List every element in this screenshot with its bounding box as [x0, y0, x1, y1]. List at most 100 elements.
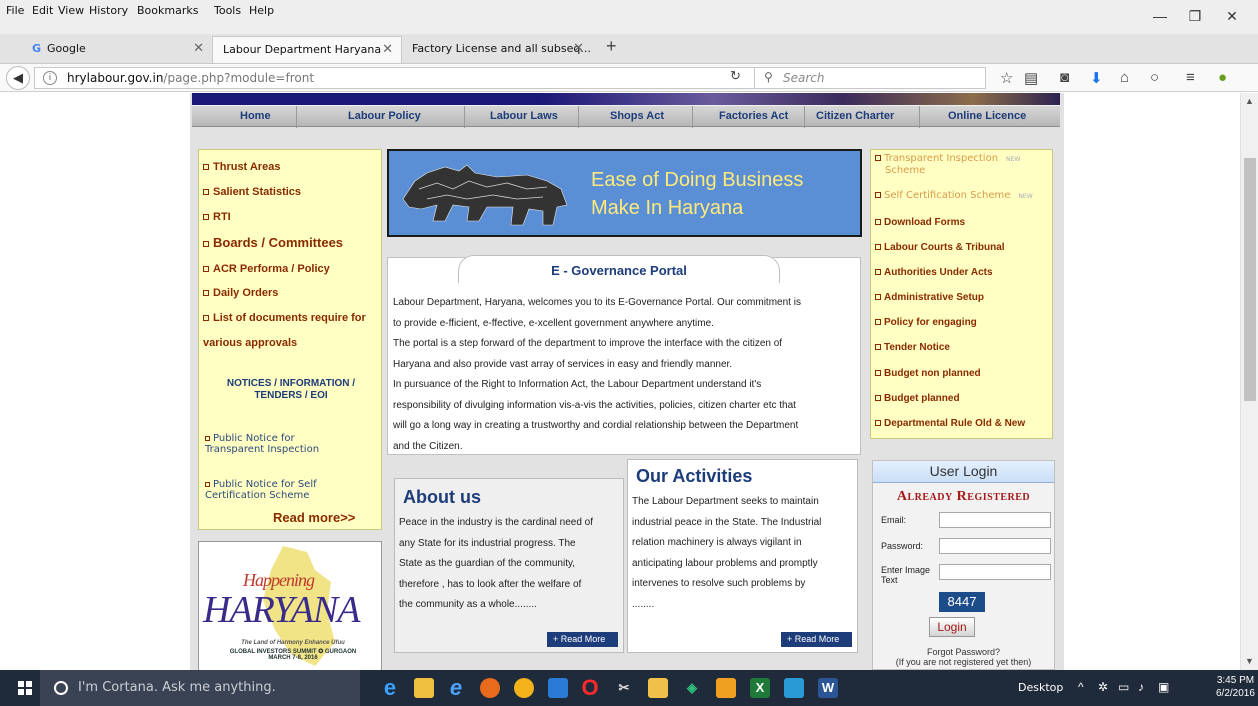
snipping-tool-icon[interactable]: ✂ [614, 678, 634, 698]
menu-history[interactable]: History [89, 4, 128, 17]
link-self-certification-scheme[interactable]: Self Certification Scheme NEW [875, 190, 1033, 201]
menu-tools[interactable]: Tools [214, 4, 241, 17]
nav-shops-act[interactable]: Shops Act [610, 110, 664, 122]
edge-icon[interactable]: e [380, 677, 400, 699]
vpn-app-icon[interactable]: ◈ [682, 678, 702, 698]
internet-explorer-icon[interactable]: e [446, 677, 466, 699]
folder-app-icon[interactable] [648, 678, 668, 698]
activities-read-more-button[interactable]: + Read More [781, 632, 852, 647]
desktop-toolbar-label[interactable]: Desktop [1018, 681, 1063, 694]
link-departmental-rule[interactable]: Departmental Rule Old & New [875, 418, 1025, 429]
link-acr-performa[interactable]: ACR Performa / Policy [203, 263, 330, 275]
page-scrollbar[interactable]: ▲ ▼ [1240, 93, 1258, 670]
close-tab-icon[interactable]: ✕ [193, 41, 204, 56]
new-tab-icon[interactable]: + [606, 36, 617, 57]
nav-home[interactable]: Home [240, 110, 271, 122]
show-hidden-icons-icon[interactable]: ^ [1078, 680, 1084, 694]
nav-factories-act[interactable]: Factories Act [719, 110, 788, 122]
file-explorer-icon[interactable] [414, 678, 434, 698]
link-policy-for-engaging[interactable]: Policy for engaging [875, 317, 977, 328]
display-icon[interactable]: ▭ [1118, 680, 1129, 694]
nav-online-licence[interactable]: Online Licence [948, 110, 1026, 122]
link-rti[interactable]: RTI [203, 211, 231, 223]
password-field[interactable] [939, 538, 1051, 554]
link-labour-courts[interactable]: Labour Courts & Tribunal [875, 242, 1005, 253]
menu-help[interactable]: Help [249, 4, 274, 17]
about-read-more-button[interactable]: + Read More [547, 632, 618, 647]
tab-labour-department[interactable]: Labour Department Haryana ✕ [212, 36, 402, 63]
home-icon[interactable]: ⌂ [1120, 69, 1129, 86]
media-player-icon[interactable] [548, 678, 568, 698]
notice-self-certification[interactable]: Public Notice for Self Certification Sch… [205, 479, 317, 501]
link-administrative-setup[interactable]: Administrative Setup [875, 292, 984, 303]
firefox-icon[interactable] [480, 678, 500, 698]
chrome-icon[interactable] [514, 678, 534, 698]
url-bar[interactable]: i hrylabour.gov.in/page.php?module=front [34, 67, 756, 89]
menu-hamburger-icon[interactable]: ≡ [1186, 69, 1195, 86]
read-more-notices-link[interactable]: Read more>> [273, 510, 355, 525]
close-tab-icon[interactable]: ✕ [573, 41, 584, 56]
reading-list-icon[interactable]: ▤ [1024, 69, 1038, 87]
link-thrust-areas[interactable]: Thrust Areas [203, 161, 280, 173]
link-salient-statistics[interactable]: Salient Statistics [203, 186, 301, 198]
link-download-forms[interactable]: Download Forms [875, 217, 965, 228]
link-budget-non-planned[interactable]: Budget non planned [875, 368, 981, 379]
info-icon[interactable]: i [43, 71, 57, 85]
menu-bookmarks[interactable]: Bookmarks [137, 4, 198, 17]
chat-bubble-icon[interactable]: ○ [1150, 69, 1159, 86]
email-field[interactable] [939, 512, 1051, 528]
nav-labour-laws[interactable]: Labour Laws [490, 110, 558, 122]
pocket-icon[interactable]: ◙ [1060, 69, 1069, 86]
link-daily-orders[interactable]: Daily Orders [203, 287, 278, 299]
excel-icon[interactable]: X [750, 678, 770, 698]
menu-file[interactable]: File [6, 4, 24, 17]
link-tender-notice[interactable]: Tender Notice [875, 342, 950, 353]
nav-labour-policy[interactable]: Labour Policy [348, 110, 421, 122]
captcha-field[interactable] [939, 564, 1051, 580]
forgot-password-link[interactable]: Forgot Password? (If you are not registe… [873, 647, 1054, 667]
happening-haryana-logo[interactable]: Happening HARYANA The Land of Harmony Enh… [198, 541, 382, 670]
link-list-of-documents[interactable]: List of documents require for [203, 312, 366, 324]
ease-of-doing-business-banner[interactable]: Ease of Doing Business Make In Haryana [387, 149, 862, 237]
link-list-of-documents-cont[interactable]: various approvals [203, 337, 297, 349]
link-transparent-inspection-scheme[interactable]: Transparent Inspection NEW Scheme [875, 153, 1020, 176]
tab-factory-license[interactable]: Factory License and all subseq... ✕ [402, 36, 592, 63]
volume-icon[interactable]: ♪ [1138, 680, 1144, 694]
nav-citizen-charter[interactable]: Citizen Charter [816, 110, 894, 122]
scrollbar-thumb[interactable] [1244, 158, 1256, 401]
menu-edit[interactable]: Edit [32, 4, 53, 17]
link-budget-planned[interactable]: Budget planned [875, 393, 960, 404]
bullet-icon [203, 214, 209, 221]
notice-line: Transparent Inspection [205, 444, 320, 455]
minimize-icon[interactable]: — [1150, 6, 1170, 26]
search-input[interactable]: ⚲ Search [754, 67, 986, 89]
bookmark-star-icon[interactable]: ☆ [1000, 69, 1013, 87]
addon-icon[interactable]: ● [1218, 69, 1227, 86]
close-window-icon[interactable]: ✕ [1222, 6, 1242, 26]
reload-icon[interactable]: ↻ [730, 68, 741, 84]
menu-view[interactable]: View [58, 4, 84, 17]
system-clock[interactable]: 3:45 PM 6/2/2016 [1216, 674, 1255, 700]
scroll-down-icon[interactable]: ▼ [1245, 656, 1254, 666]
link-boards-committees[interactable]: Boards / Committees [203, 235, 343, 250]
notes-app-icon[interactable] [784, 678, 804, 698]
scroll-up-icon[interactable]: ▲ [1245, 96, 1254, 106]
tab-google[interactable]: G Google ✕ [22, 36, 212, 63]
url-host: hrylabour.gov.in [67, 71, 164, 85]
cortana-search-box[interactable]: I'm Cortana. Ask me anything. [40, 670, 360, 706]
windows-start-icon[interactable] [18, 681, 32, 695]
paint-app-icon[interactable] [716, 678, 736, 698]
network-icon[interactable]: ✲ [1098, 680, 1108, 694]
login-heading: User Login [873, 461, 1054, 483]
notifications-icon[interactable]: ▣ [1158, 680, 1169, 694]
back-arrow-icon[interactable]: ◀ [6, 66, 30, 90]
downloads-icon[interactable]: ⬇ [1090, 69, 1103, 87]
logo-tagline: The Land of Harmony Enhance Ufuu [241, 640, 345, 646]
link-authorities-under-acts[interactable]: Authorities Under Acts [875, 267, 993, 278]
word-icon[interactable]: W [818, 678, 838, 698]
restore-icon[interactable]: ❐ [1185, 6, 1205, 26]
notice-transparent-inspection[interactable]: Public Notice for Transparent Inspection [205, 433, 319, 455]
close-tab-icon[interactable]: ✕ [382, 42, 393, 57]
login-button[interactable]: Login [929, 617, 975, 637]
opera-icon[interactable]: O [580, 677, 600, 699]
